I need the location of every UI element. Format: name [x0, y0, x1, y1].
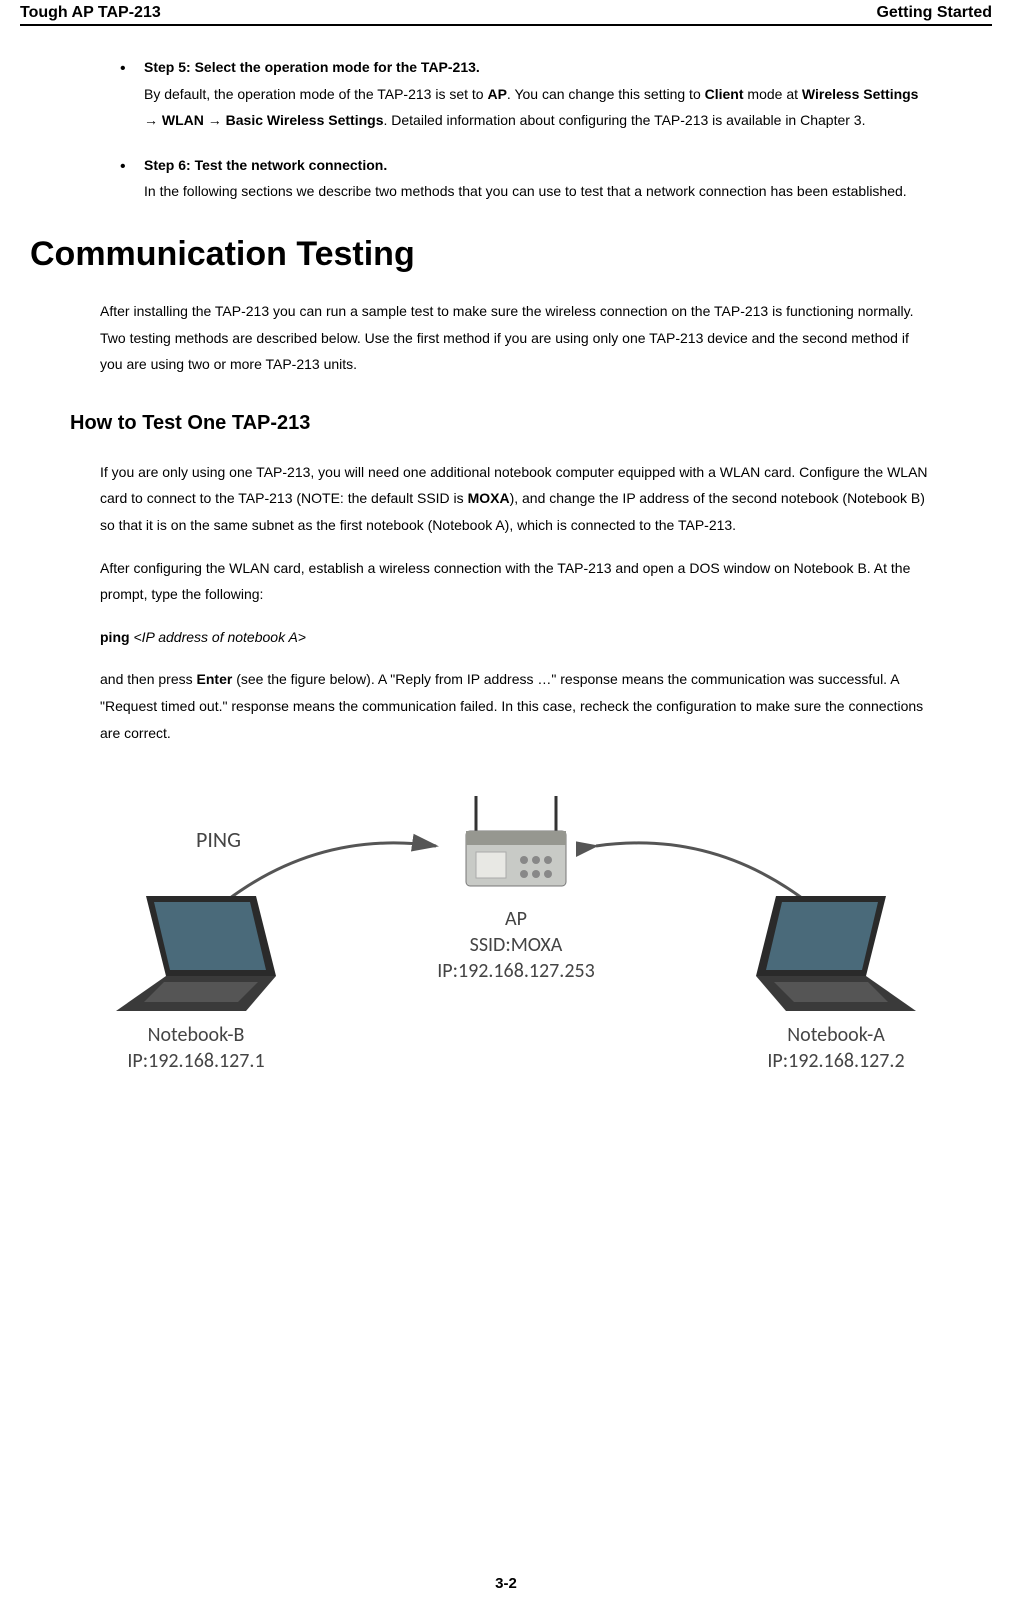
header-right: Getting Started: [876, 4, 992, 22]
notebook-b-label: Notebook-B IP:192.168.127.1: [106, 1022, 286, 1074]
ap-icon: [436, 786, 596, 896]
page-content: Step 5: Select the operation mode for th…: [20, 54, 992, 1166]
step-title: Step 5: Select the operation mode for th…: [144, 59, 480, 75]
step-title: Step 6: Test the network connection.: [144, 157, 387, 173]
notebook-a: Notebook-A IP:192.168.127.2: [746, 886, 926, 1074]
step-body: By default, the operation mode of the TA…: [144, 86, 918, 129]
header-left: Tough AP TAP-213: [20, 4, 161, 22]
heading-2: How to Test One TAP-213: [70, 412, 932, 435]
notebook-a-label: Notebook-A IP:192.168.127.2: [746, 1022, 926, 1074]
page-footer: 3-2: [0, 1575, 1012, 1592]
ap-label: AP SSID:MOXA IP:192.168.127.253: [436, 906, 596, 984]
page-header: Tough AP TAP-213 Getting Started: [20, 0, 992, 26]
ap-device: AP SSID:MOXA IP:192.168.127.253: [436, 786, 596, 984]
network-diagram: PING: [106, 786, 926, 1166]
laptop-icon: [106, 886, 286, 1016]
command-line: ping <IP address of notebook A>: [100, 624, 932, 651]
notebook-b: Notebook-B IP:192.168.127.1: [106, 886, 286, 1074]
step-list: Step 5: Select the operation mode for th…: [100, 54, 932, 205]
step-body: In the following sections we describe tw…: [144, 183, 907, 199]
heading-1: Communication Testing: [30, 235, 932, 274]
intro-paragraph: After installing the TAP-213 you can run…: [100, 298, 932, 378]
step-item: Step 5: Select the operation mode for th…: [120, 54, 932, 134]
ping-label: PING: [196, 826, 241, 853]
laptop-icon: [746, 886, 926, 1016]
paragraph: and then press Enter (see the figure bel…: [100, 666, 932, 746]
step-item: Step 6: Test the network connection. In …: [120, 152, 932, 205]
paragraph: If you are only using one TAP-213, you w…: [100, 459, 932, 539]
paragraph: After configuring the WLAN card, establi…: [100, 555, 932, 608]
